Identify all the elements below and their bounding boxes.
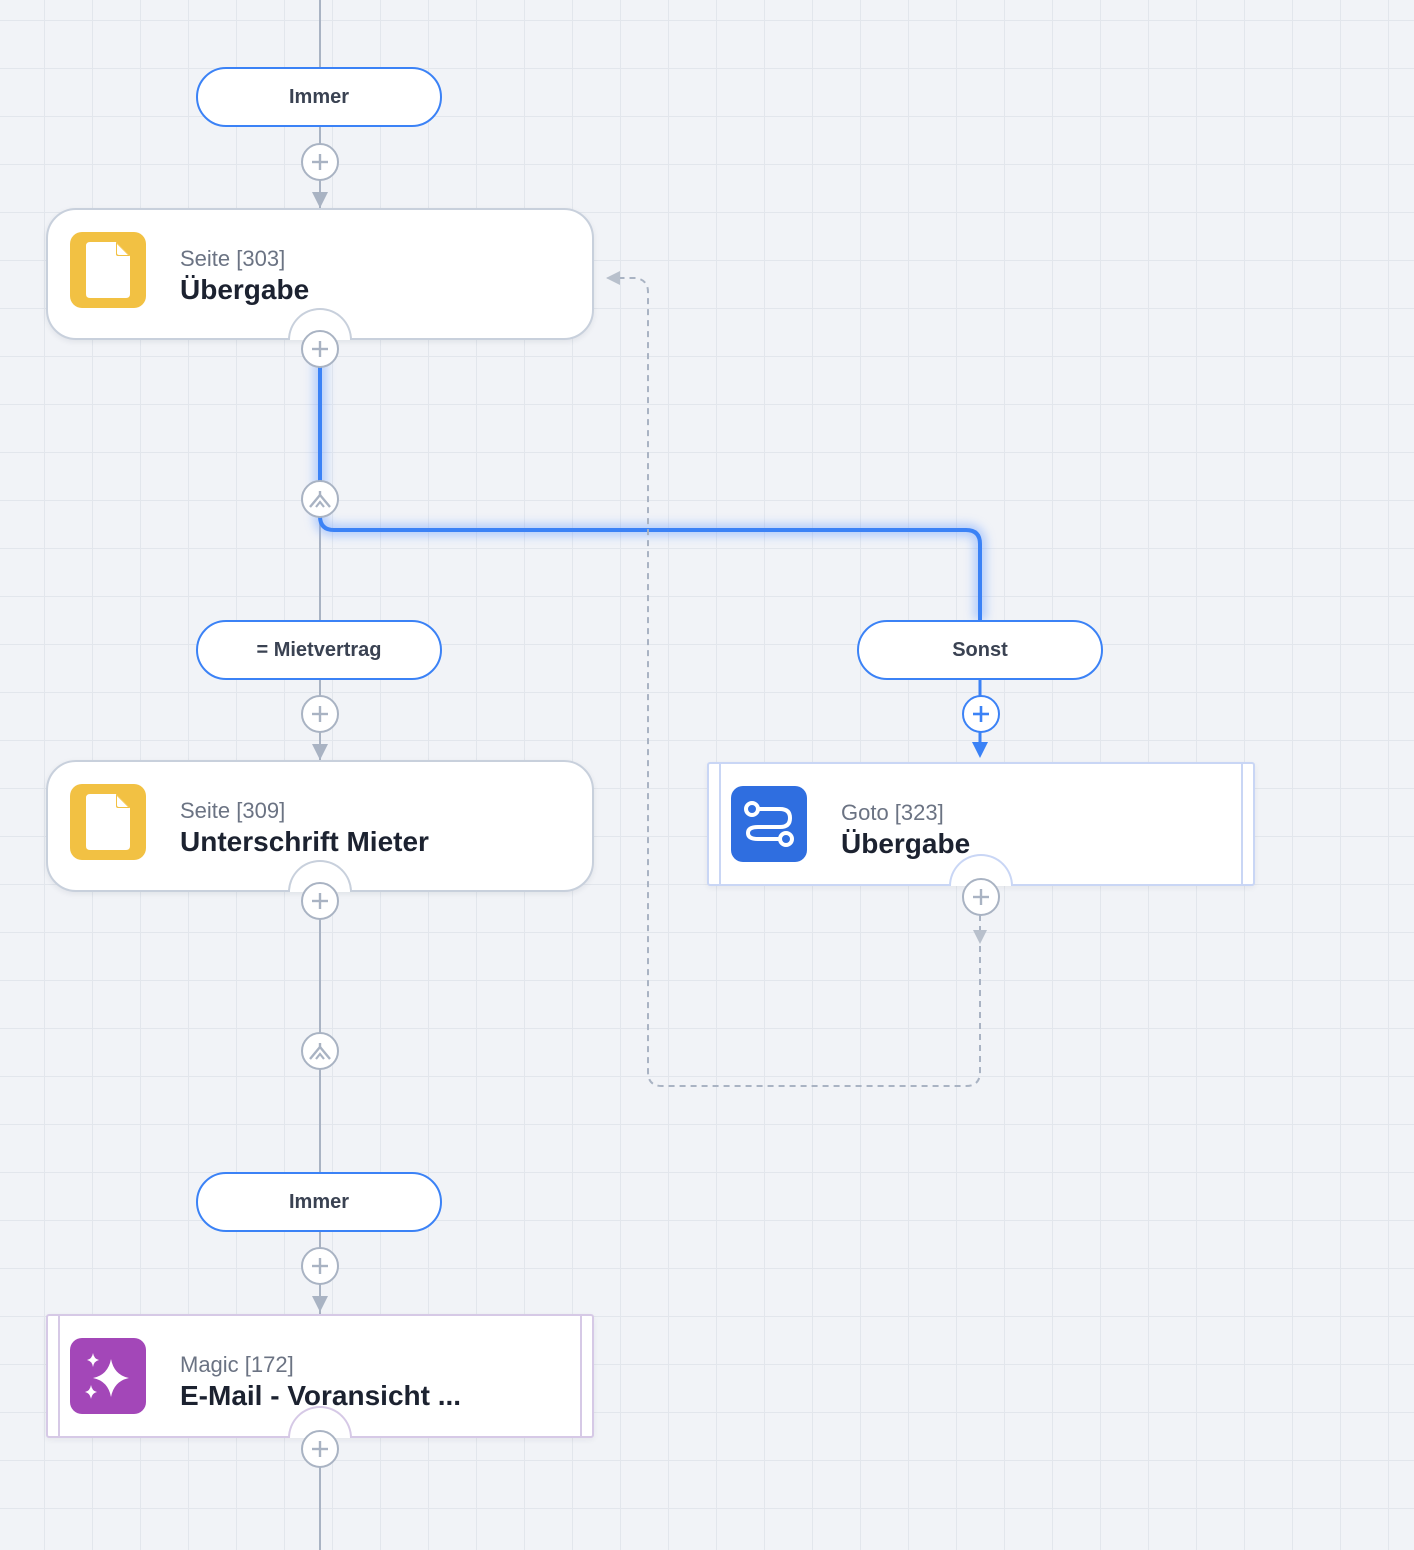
- connector-active-branch: [318, 325, 982, 620]
- condition-immer-bottom[interactable]: Immer: [196, 1172, 442, 1232]
- add-step-button[interactable]: [301, 882, 339, 920]
- node-title: Übergabe: [180, 274, 310, 305]
- branch-split-button[interactable]: [301, 480, 339, 518]
- arrow-to-page309: [312, 744, 328, 760]
- node-magic-172[interactable]: Magic [172] E-Mail - Voransicht ...: [46, 1314, 594, 1438]
- node-page-309[interactable]: Seite [309] Unterschrift Mieter: [46, 760, 594, 892]
- node-goto-323[interactable]: Goto [323] Übergabe: [707, 762, 1255, 886]
- connector-goto-loop: [606, 277, 981, 1087]
- node-type-label: Seite [309]: [180, 798, 286, 823]
- node-title: Unterschrift Mieter: [180, 826, 429, 857]
- sparkle-icon: [70, 1338, 146, 1414]
- plus-icon: [312, 706, 328, 722]
- add-step-button[interactable]: [301, 143, 339, 181]
- arrow-goto-target: [606, 271, 620, 285]
- branch-split-button[interactable]: [301, 1032, 339, 1070]
- add-step-button[interactable]: [962, 878, 1000, 916]
- condition-sonst[interactable]: Sonst: [857, 620, 1103, 680]
- condition-label: = Mietvertrag: [256, 638, 382, 661]
- page-icon: [70, 784, 146, 860]
- arrow-to-goto323: [972, 742, 988, 758]
- condition-immer-top[interactable]: Immer: [196, 67, 442, 127]
- page-icon: [70, 232, 146, 308]
- branch-icon: [309, 491, 331, 508]
- plus-icon: [312, 893, 328, 909]
- plus-icon: [312, 1441, 328, 1457]
- condition-label: Sonst: [952, 638, 1008, 661]
- condition-mietvertrag[interactable]: = Mietvertrag: [196, 620, 442, 680]
- add-step-button[interactable]: [301, 1430, 339, 1468]
- arrow-to-page303: [312, 192, 328, 208]
- plus-icon: [312, 1258, 328, 1274]
- condition-label: Immer: [288, 1190, 350, 1213]
- plus-icon: [312, 341, 328, 357]
- node-type-label: Goto [323]: [841, 800, 944, 825]
- node-type-label: Magic [172]: [180, 1352, 294, 1377]
- add-step-button-active[interactable]: [962, 695, 1000, 733]
- plus-icon: [973, 889, 989, 905]
- node-title: Übergabe: [841, 828, 971, 859]
- plus-icon: [312, 154, 328, 170]
- condition-label: Immer: [288, 85, 350, 108]
- add-step-button[interactable]: [301, 330, 339, 368]
- route-icon: [731, 786, 807, 862]
- node-page-303[interactable]: Seite [303] Übergabe: [46, 208, 594, 340]
- node-type-label: Seite [303]: [180, 246, 286, 271]
- flow-canvas[interactable]: Immer Seite [303] Übergabe = Mietvertrag…: [0, 0, 1414, 1550]
- branch-icon: [309, 1043, 331, 1060]
- add-step-button[interactable]: [301, 1247, 339, 1285]
- plus-icon: [973, 706, 989, 722]
- add-step-button[interactable]: [301, 695, 339, 733]
- arrow-to-magic172: [312, 1296, 328, 1312]
